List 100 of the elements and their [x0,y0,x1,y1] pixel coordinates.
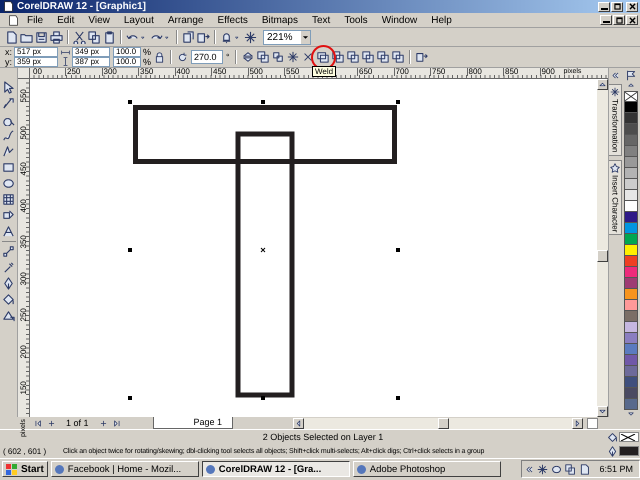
down-arrow-icon[interactable] [627,410,635,418]
color-swatch[interactable] [624,146,638,157]
convert-icon[interactable] [416,51,428,63]
color-swatch[interactable] [624,256,638,267]
color-swatch[interactable] [624,377,638,388]
color-swatch[interactable] [624,201,638,212]
chevron-left-icon[interactable] [525,464,534,474]
shapes-icon[interactable] [272,51,284,63]
rectangle-icon[interactable] [2,161,15,174]
menu-item[interactable]: Window [374,14,424,26]
sparkle-icon[interactable] [286,51,299,63]
menu-item[interactable]: View [80,14,116,26]
menu-item[interactable]: Help [423,14,458,26]
printer-icon[interactable] [50,30,63,44]
text-tool-icon[interactable] [2,225,15,238]
docker-tab[interactable]: Insert Character [609,160,622,235]
height-field[interactable]: 387 px [72,56,110,67]
selection-handle[interactable] [128,100,132,104]
taskbar-button[interactable]: Adobe Photoshop [352,461,501,477]
selection-handle[interactable] [128,248,132,252]
color-swatch[interactable] [624,179,638,190]
selection-handle[interactable] [261,396,265,400]
rotation-field[interactable]: 270.0 [191,50,224,64]
selection-handle[interactable] [396,248,400,252]
restore-button[interactable] [613,15,625,25]
drawing-canvas[interactable] [30,79,597,417]
scissors-icon[interactable] [73,30,86,44]
close-button[interactable] [626,2,638,12]
graph-paper-icon[interactable] [2,193,15,206]
tray-icon[interactable] [537,464,548,474]
color-swatch[interactable] [624,388,638,399]
selection-handle[interactable] [128,396,132,400]
maximize-button[interactable] [611,2,623,12]
color-swatch[interactable] [624,168,638,179]
stem-rectangle[interactable] [236,132,294,398]
crossbar-rectangle[interactable] [133,105,397,164]
up-arrow-icon[interactable] [598,80,607,89]
close-icon[interactable] [302,51,314,63]
collapse-arrows-icon[interactable] [611,71,620,80]
y-position-field[interactable]: 359 px [14,56,58,67]
basic-shapes-icon[interactable] [2,209,15,222]
selection-handle[interactable] [261,100,265,104]
color-swatch[interactable] [624,113,638,124]
menu-item[interactable]: Bitmaps [254,14,304,26]
menu-item[interactable]: File [19,14,50,26]
tray-icon[interactable] [579,464,590,474]
minimize-button[interactable] [600,15,612,25]
color-swatch[interactable] [624,300,638,311]
menu-item[interactable]: Effects [209,14,254,26]
taskbar-button[interactable]: CorelDRAW 12 - [Gra... [202,461,350,477]
selection-handle[interactable] [396,100,400,104]
mirror-icon[interactable] [242,51,254,63]
add-page-icon[interactable] [98,418,108,428]
taskbar-button[interactable]: Facebook | Home - Mozil... [50,461,199,477]
last-page-icon[interactable] [112,418,121,428]
up-arrow-icon[interactable] [627,81,635,89]
pointer-icon[interactable] [2,81,15,94]
import-icon[interactable] [182,30,195,44]
color-swatch[interactable] [624,355,638,366]
weld-icon[interactable] [316,51,329,63]
start-button[interactable]: Start [2,461,48,477]
menu-item[interactable]: Layout [116,14,160,26]
blend-icon[interactable] [2,245,15,258]
close-button[interactable] [626,15,638,25]
color-swatch[interactable] [624,289,638,300]
color-swatch[interactable] [624,267,638,278]
color-swatch[interactable] [624,135,638,146]
docker-tab[interactable]: Transformation [609,84,622,156]
export-icon[interactable] [197,30,210,44]
color-swatch[interactable] [624,322,638,333]
sparkle-icon[interactable] [244,30,257,44]
no-color-swatch[interactable] [624,91,638,102]
vertical-scrollbar[interactable] [597,79,608,417]
color-swatch[interactable] [624,399,638,410]
color-swatch[interactable] [624,333,638,344]
color-swatch[interactable] [624,344,638,355]
width-field[interactable]: 349 px [72,47,110,58]
bell-icon[interactable] [220,30,233,44]
scroll-thumb[interactable] [438,418,449,428]
tray-icon[interactable] [551,464,562,474]
color-swatch[interactable] [624,190,638,201]
clipboard-icon[interactable] [103,30,116,44]
freehand-icon[interactable] [2,129,15,142]
add-page-icon[interactable] [47,418,56,428]
color-swatch[interactable] [624,212,638,223]
color-swatch[interactable] [624,234,638,245]
down-arrow-icon[interactable] [598,407,607,416]
x-position-field[interactable]: 517 px [14,47,58,58]
first-page-icon[interactable] [34,418,43,428]
color-swatch[interactable] [624,366,638,377]
color-swatch[interactable] [624,278,638,289]
ruler-corner[interactable] [18,68,30,79]
menu-item[interactable]: Arrange [160,14,210,26]
pen-nib-icon[interactable] [2,277,15,290]
menu-item[interactable]: Edit [49,14,80,26]
minimize-button[interactable] [598,2,610,12]
scale-x-field[interactable]: 100.0 [113,47,142,58]
scale-y-field[interactable]: 100.0 [113,56,142,67]
page-tab[interactable]: Page 1 [152,417,234,429]
color-swatch[interactable] [624,124,638,135]
